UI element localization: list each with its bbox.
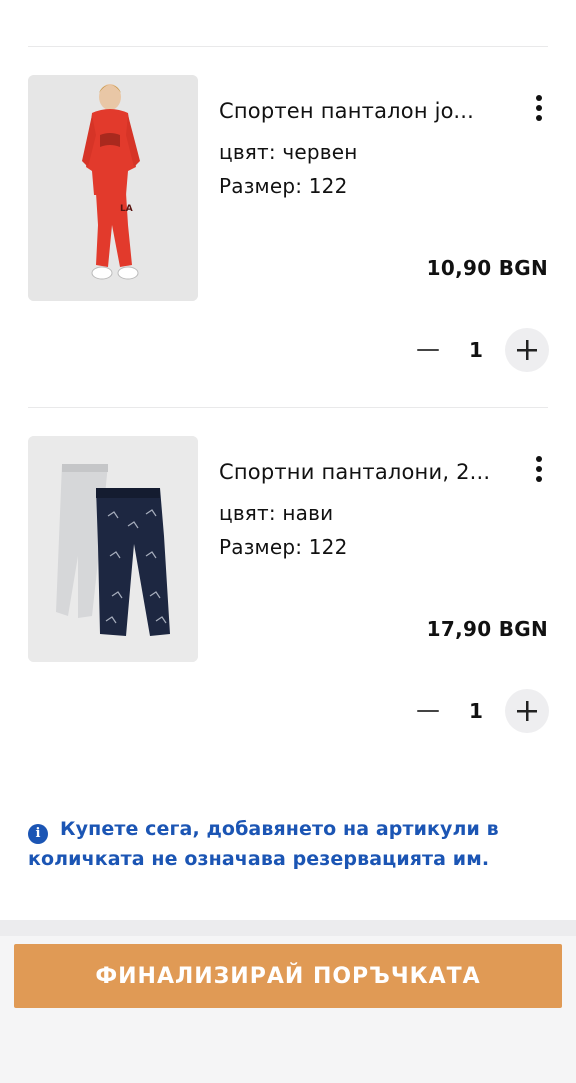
more-options-icon[interactable]	[526, 453, 552, 485]
footer-separator	[0, 920, 576, 936]
product-price: 17,90 BGN	[426, 617, 548, 641]
decrease-quantity-button[interactable]	[406, 689, 450, 733]
quantity-value: 1	[469, 699, 483, 723]
checkout-button[interactable]: ФИНАЛИЗИРАЙ ПОРЪЧКАТА	[14, 944, 562, 1008]
product-size: Размер: 122	[219, 174, 348, 198]
product-title[interactable]: Спортен панталон jo...	[219, 96, 511, 126]
more-options-icon[interactable]	[526, 92, 552, 124]
reservation-notice: i Купете сега, добавянето на артикули в к…	[28, 814, 548, 874]
product-title[interactable]: Спортни панталони, 2...	[219, 457, 511, 487]
minus-icon	[417, 348, 439, 352]
product-color: цвят: нави	[219, 501, 334, 525]
product-size: Размер: 122	[219, 535, 348, 559]
plus-icon	[517, 340, 537, 360]
product-image[interactable]	[28, 436, 198, 662]
info-icon: i	[28, 824, 48, 844]
plus-icon	[517, 701, 537, 721]
increase-quantity-button[interactable]	[505, 689, 549, 733]
quantity-stepper: 1	[406, 689, 550, 733]
product-image[interactable]: LA	[28, 75, 198, 301]
notice-text: Купете сега, добавянето на артикули в ко…	[28, 818, 499, 870]
product-price: 10,90 BGN	[426, 256, 548, 280]
product-color: цвят: червен	[219, 140, 358, 164]
minus-icon	[417, 709, 439, 713]
svg-text:LA: LA	[120, 204, 133, 214]
cart-item: LA Спортен панталон jo... цвят: червен Р…	[0, 0, 576, 372]
cart-item: Спортни панталони, 2... цвят: нави Разме…	[0, 361, 576, 733]
